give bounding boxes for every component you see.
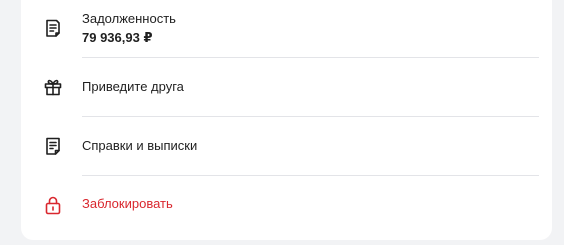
- invite-friend-label: Приведите друга: [82, 79, 184, 94]
- block-row[interactable]: Заблокировать: [21, 176, 552, 234]
- debt-amount: 79 936,93 ₽: [82, 30, 153, 45]
- gift-icon: [42, 76, 64, 98]
- debt-row[interactable]: Задолженность 79 936,93 ₽: [21, 0, 552, 58]
- statements-row[interactable]: Справки и выписки: [21, 117, 552, 175]
- document-icon: [42, 135, 64, 157]
- menu-card: Задолженность 79 936,93 ₽ Приведите друг…: [21, 0, 552, 240]
- statements-label: Справки и выписки: [82, 138, 198, 153]
- invite-friend-row[interactable]: Приведите друга: [21, 58, 552, 116]
- block-label: Заблокировать: [82, 196, 173, 211]
- document-icon: [42, 17, 64, 39]
- debt-label: Задолженность: [82, 11, 176, 26]
- lock-icon: [42, 194, 64, 216]
